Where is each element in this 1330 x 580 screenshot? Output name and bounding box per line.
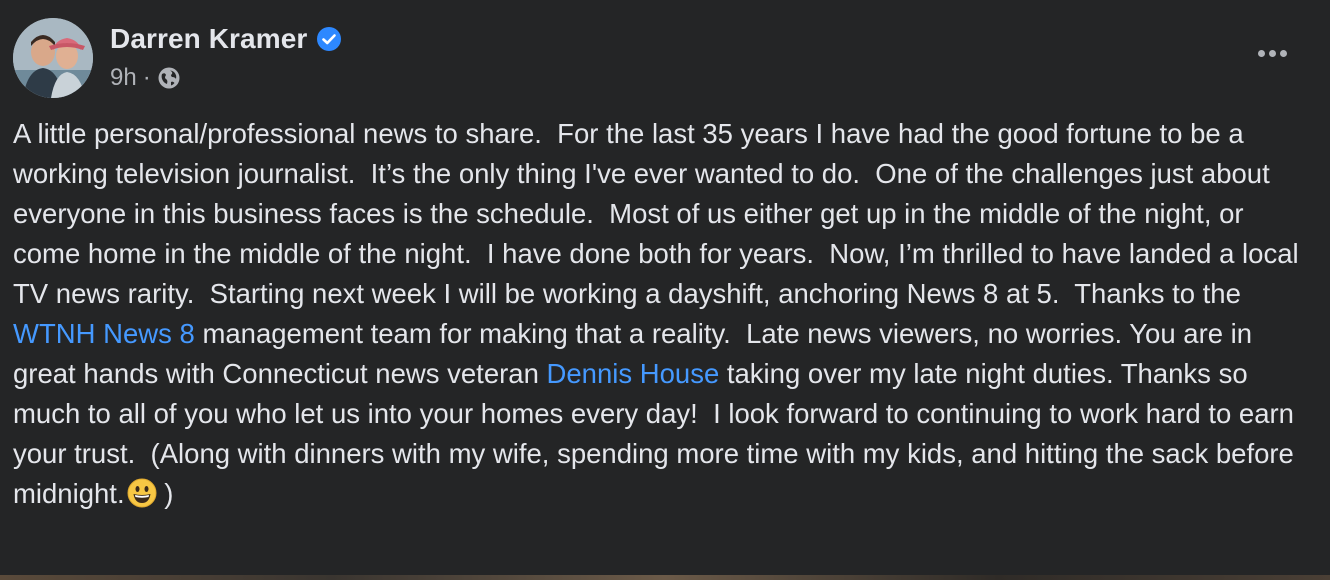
more-dot (1257, 49, 1265, 57)
user-mention-dennis-house[interactable]: Dennis House (547, 358, 720, 389)
author-avatar[interactable] (13, 18, 93, 98)
more-dot (1268, 49, 1276, 57)
avatar-photo (13, 18, 93, 98)
post-text-segment: ) (156, 478, 174, 509)
post-body: A little personal/professional news to s… (13, 114, 1318, 514)
more-dot (1279, 49, 1287, 57)
globe-icon[interactable] (157, 66, 181, 90)
post-meta: 9h · (110, 64, 181, 92)
post-text-segment: A little personal/professional news to s… (13, 118, 1306, 309)
author-row: Darren Kramer (110, 22, 342, 56)
post-timestamp[interactable]: 9h (110, 64, 137, 92)
grinning-face-emoji (127, 478, 157, 508)
page-mention-wtnh-news-8[interactable]: WTNH News 8 (13, 318, 195, 349)
author-name[interactable]: Darren Kramer (110, 23, 307, 55)
facebook-post: Darren Kramer 9h · A little personal/pro… (0, 0, 1330, 580)
more-options-icon[interactable] (1250, 38, 1294, 68)
verified-badge-icon (317, 27, 342, 51)
attached-photo-edge[interactable] (0, 575, 1330, 580)
meta-separator: · (142, 64, 151, 91)
